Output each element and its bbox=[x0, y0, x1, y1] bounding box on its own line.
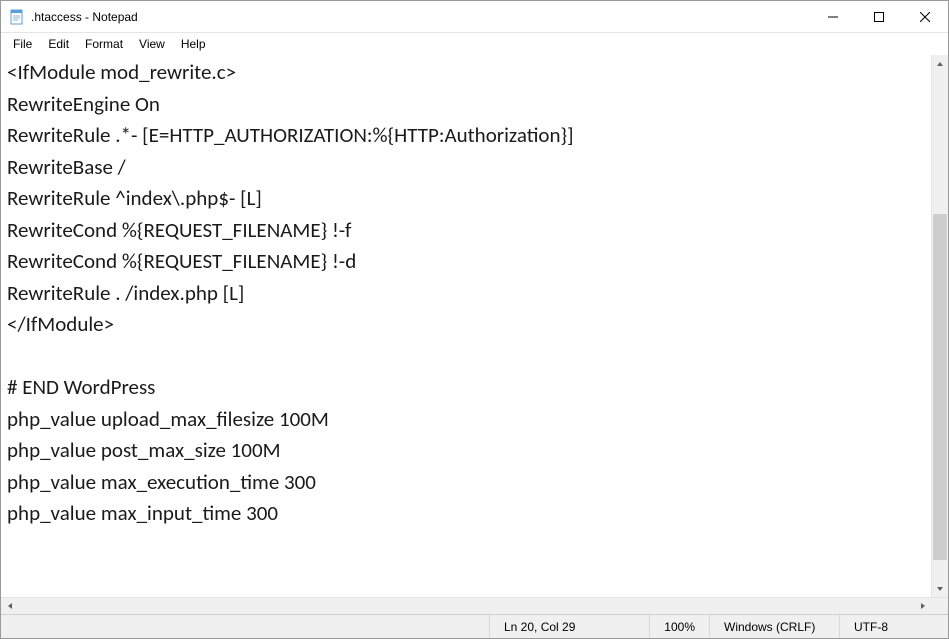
close-button[interactable] bbox=[902, 1, 948, 32]
status-line-ending: Windows (CRLF) bbox=[710, 615, 840, 638]
scroll-up-arrow-icon[interactable] bbox=[932, 55, 948, 72]
horizontal-scroll-track[interactable] bbox=[18, 598, 914, 614]
scroll-down-arrow-icon[interactable] bbox=[932, 580, 948, 597]
vertical-scrollbar[interactable] bbox=[931, 55, 948, 597]
menu-edit[interactable]: Edit bbox=[40, 35, 77, 53]
notepad-app-icon bbox=[9, 9, 25, 25]
vertical-scroll-thumb[interactable] bbox=[933, 214, 947, 559]
scroll-right-arrow-icon[interactable] bbox=[914, 598, 931, 614]
window-controls bbox=[810, 1, 948, 32]
menu-format[interactable]: Format bbox=[77, 35, 131, 53]
menu-help[interactable]: Help bbox=[173, 35, 214, 53]
text-editor[interactable] bbox=[1, 55, 931, 597]
editor-area bbox=[1, 55, 948, 597]
statusbar: Ln 20, Col 29 100% Windows (CRLF) UTF-8 bbox=[1, 614, 948, 638]
menubar: File Edit Format View Help bbox=[1, 33, 948, 55]
status-encoding: UTF-8 bbox=[840, 615, 948, 638]
status-spacer bbox=[1, 615, 490, 638]
scroll-corner bbox=[931, 598, 948, 614]
menu-file[interactable]: File bbox=[5, 35, 40, 53]
window-title: .htaccess - Notepad bbox=[31, 10, 138, 24]
maximize-button[interactable] bbox=[856, 1, 902, 32]
menu-view[interactable]: View bbox=[131, 35, 173, 53]
minimize-button[interactable] bbox=[810, 1, 856, 32]
scroll-left-arrow-icon[interactable] bbox=[1, 598, 18, 614]
vertical-scroll-track[interactable] bbox=[932, 72, 948, 580]
status-cursor-position: Ln 20, Col 29 bbox=[490, 615, 650, 638]
status-zoom: 100% bbox=[650, 615, 710, 638]
horizontal-scrollbar[interactable] bbox=[1, 597, 948, 614]
titlebar: .htaccess - Notepad bbox=[1, 1, 948, 33]
